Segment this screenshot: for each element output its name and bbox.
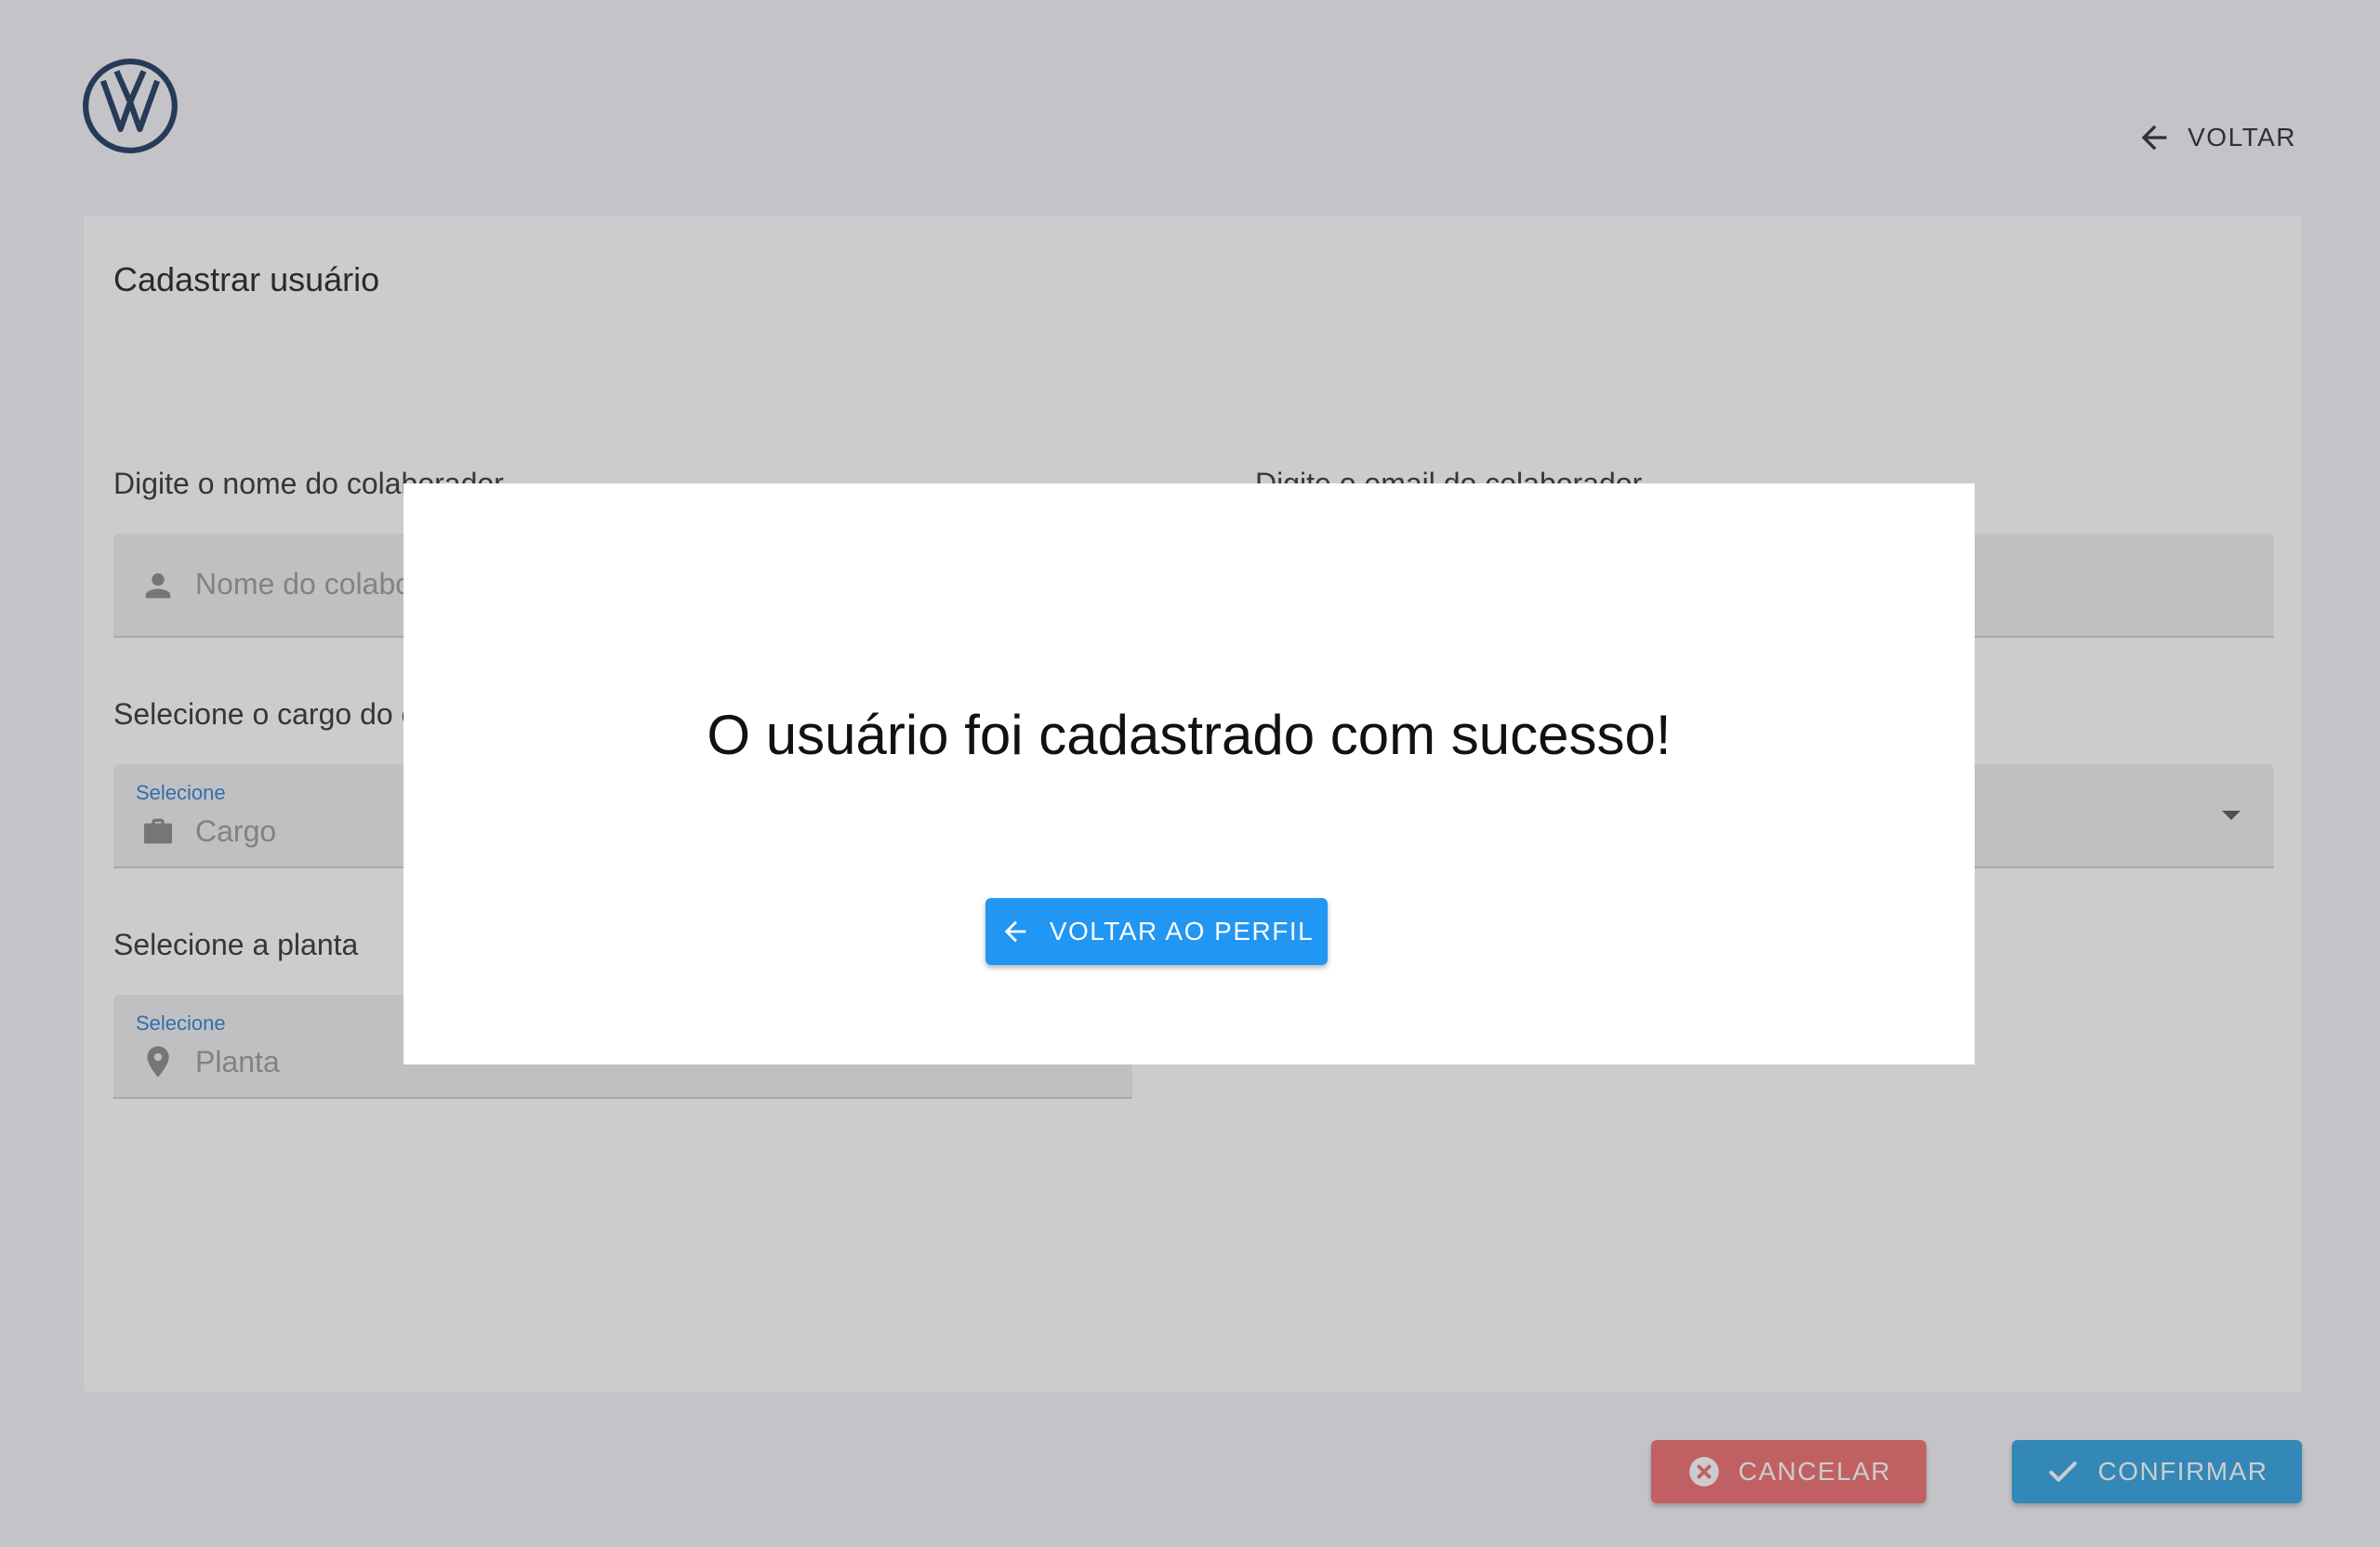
back-to-profile-label: VOLTAR AO PERFIL	[1049, 917, 1315, 945]
success-dialog: O usuário foi cadastrado com sucesso! VO…	[403, 483, 1975, 1064]
page: VOLTAR Cadastrar usuário Digite o nome d…	[0, 0, 2380, 1547]
success-message: O usuário foi cadastrado com sucesso!	[707, 704, 1672, 766]
arrow-left-icon	[1004, 920, 1026, 943]
back-to-profile-button[interactable]: VOLTAR AO PERFIL	[985, 898, 1328, 965]
